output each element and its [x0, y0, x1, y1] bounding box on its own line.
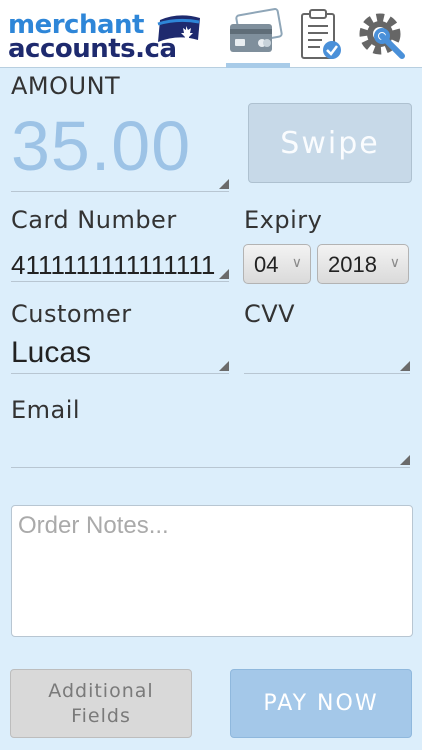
customer-field[interactable]: Lucas: [11, 334, 229, 374]
chevron-down-icon: ∨: [291, 255, 302, 271]
active-tab-indicator: [226, 63, 290, 68]
amount-field[interactable]: 35.00: [11, 100, 229, 192]
expiry-year-select[interactable]: 2018 ∨: [317, 244, 409, 284]
clipboard-check-icon: [301, 9, 341, 59]
card-number-value: 4111111111111111: [11, 250, 216, 280]
nav-tab-settings[interactable]: [352, 6, 418, 66]
card-number-field[interactable]: 4111111111111111: [11, 246, 229, 282]
expiry-month-select[interactable]: 04 ∨: [243, 244, 311, 284]
order-notes-textarea[interactable]: Order Notes...: [11, 505, 413, 637]
customer-value: Lucas: [11, 336, 92, 369]
cvv-field[interactable]: [244, 334, 410, 374]
maple-leaf-flag-icon: [157, 15, 200, 42]
card-number-label: Card Number: [11, 206, 177, 234]
email-label: Email: [11, 396, 81, 424]
order-notes-placeholder: Order Notes...: [18, 512, 169, 539]
cvv-label: CVV: [244, 300, 296, 328]
swipe-button[interactable]: Swipe: [248, 103, 412, 183]
additional-fields-line1: Additional: [48, 679, 154, 702]
logo-line2: accounts.ca: [8, 34, 177, 64]
resize-corner-icon: [400, 455, 410, 465]
expiry-year-value: 2018: [328, 252, 376, 277]
resize-corner-icon: [219, 269, 229, 279]
merchant-accounts-logo: merchant accounts.ca: [8, 12, 208, 64]
credit-card-icon: [230, 8, 283, 52]
resize-corner-icon: [400, 361, 410, 371]
pay-now-button[interactable]: PAY NOW: [230, 669, 412, 738]
expiry-month-value: 04: [254, 252, 279, 277]
expiry-label: Expiry: [244, 206, 323, 234]
gear-wrench-icon: [359, 13, 405, 59]
additional-fields-label: Additional Fields: [48, 679, 153, 729]
amount-label: AMOUNT: [11, 72, 121, 100]
resize-corner-icon: [219, 361, 229, 371]
email-field[interactable]: [11, 428, 410, 468]
additional-fields-button[interactable]: Additional Fields: [10, 669, 192, 738]
nav-tab-payment[interactable]: [224, 6, 290, 68]
resize-corner-icon: [219, 179, 229, 189]
customer-label: Customer: [11, 300, 132, 328]
additional-fields-line2: Fields: [71, 704, 131, 727]
app-header: merchant accounts.ca: [0, 0, 422, 68]
chevron-down-icon: ∨: [389, 255, 400, 271]
amount-value: 35.00: [11, 107, 192, 185]
nav-tab-transactions[interactable]: [292, 6, 358, 66]
